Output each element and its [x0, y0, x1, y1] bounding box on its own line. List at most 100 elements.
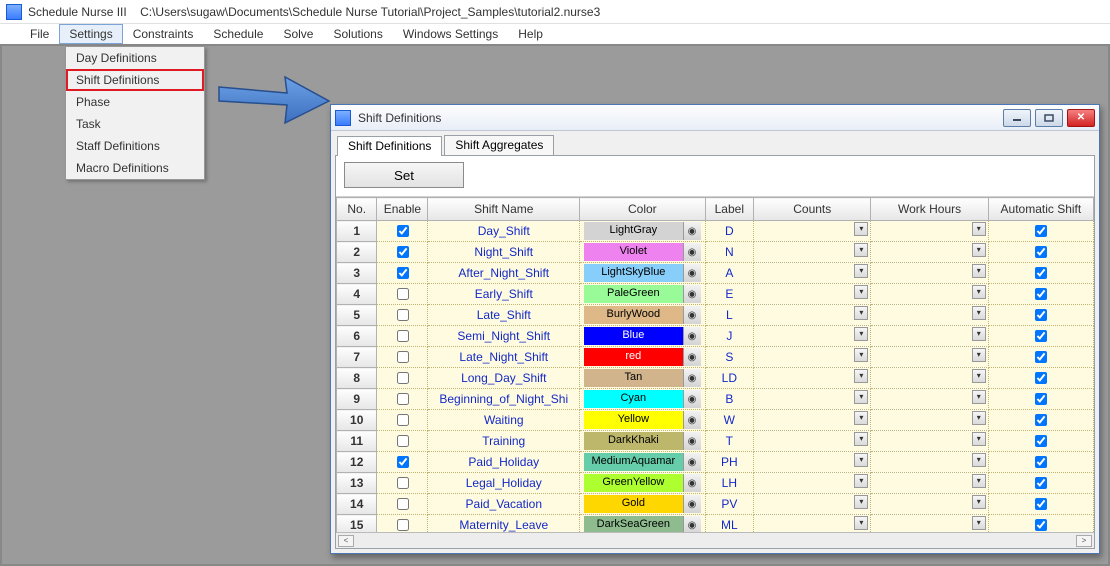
enable-cell[interactable]: [377, 452, 428, 473]
color-picker-button[interactable]: ◉: [683, 474, 701, 492]
row-number[interactable]: 8: [337, 368, 377, 389]
workhours-cell[interactable]: ▾: [871, 326, 988, 347]
scroll-right-button[interactable]: >: [1076, 535, 1092, 547]
label-cell[interactable]: W: [705, 410, 754, 431]
shift-name-cell[interactable]: Late_Night_Shift: [428, 347, 580, 368]
enable-cell[interactable]: [377, 431, 428, 452]
horizontal-scrollbar[interactable]: < >: [336, 532, 1094, 548]
automatic-shift-checkbox[interactable]: [1035, 414, 1047, 426]
color-cell[interactable]: PaleGreen◉: [580, 284, 705, 305]
shift-name-cell[interactable]: Beginning_of_Night_Shi: [428, 389, 580, 410]
grid-scroll-area[interactable]: No.EnableShift NameColorLabelCountsWork …: [336, 197, 1094, 532]
color-picker-button[interactable]: ◉: [683, 453, 701, 471]
row-number[interactable]: 4: [337, 284, 377, 305]
row-number[interactable]: 11: [337, 431, 377, 452]
color-cell[interactable]: BurlyWood◉: [580, 305, 705, 326]
automatic-shift-cell[interactable]: [988, 389, 1093, 410]
row-number[interactable]: 3: [337, 263, 377, 284]
workhours-cell[interactable]: ▾: [871, 494, 988, 515]
color-cell[interactable]: Gold◉: [580, 494, 705, 515]
color-picker-button[interactable]: ◉: [683, 411, 701, 429]
label-cell[interactable]: ML: [705, 515, 754, 533]
dropdown-icon[interactable]: ▾: [972, 285, 986, 299]
label-cell[interactable]: LD: [705, 368, 754, 389]
enable-cell[interactable]: [377, 515, 428, 533]
label-cell[interactable]: B: [705, 389, 754, 410]
dropdown-icon[interactable]: ▾: [972, 369, 986, 383]
dropdown-item-task[interactable]: Task: [66, 113, 204, 135]
label-cell[interactable]: D: [705, 221, 754, 242]
enable-checkbox[interactable]: [397, 414, 409, 426]
enable-cell[interactable]: [377, 263, 428, 284]
menu-schedule[interactable]: Schedule: [203, 24, 273, 44]
column-header[interactable]: Color: [580, 198, 705, 221]
label-cell[interactable]: N: [705, 242, 754, 263]
dropdown-icon[interactable]: ▾: [854, 306, 868, 320]
row-number[interactable]: 2: [337, 242, 377, 263]
color-cell[interactable]: GreenYellow◉: [580, 473, 705, 494]
automatic-shift-cell[interactable]: [988, 347, 1093, 368]
row-number[interactable]: 9: [337, 389, 377, 410]
dropdown-icon[interactable]: ▾: [972, 432, 986, 446]
automatic-shift-cell[interactable]: [988, 284, 1093, 305]
automatic-shift-checkbox[interactable]: [1035, 288, 1047, 300]
color-cell[interactable]: MediumAquamar◉: [580, 452, 705, 473]
dropdown-icon[interactable]: ▾: [854, 432, 868, 446]
color-cell[interactable]: LightGray◉: [580, 221, 705, 242]
color-picker-button[interactable]: ◉: [683, 327, 701, 345]
color-cell[interactable]: Violet◉: [580, 242, 705, 263]
shift-name-cell[interactable]: Paid_Vacation: [428, 494, 580, 515]
counts-cell[interactable]: ▾: [754, 347, 871, 368]
color-picker-button[interactable]: ◉: [683, 306, 701, 324]
enable-checkbox[interactable]: [397, 393, 409, 405]
workhours-cell[interactable]: ▾: [871, 389, 988, 410]
enable-checkbox[interactable]: [397, 456, 409, 468]
color-picker-button[interactable]: ◉: [683, 264, 701, 282]
automatic-shift-cell[interactable]: [988, 368, 1093, 389]
shift-name-cell[interactable]: Semi_Night_Shift: [428, 326, 580, 347]
label-cell[interactable]: A: [705, 263, 754, 284]
label-cell[interactable]: S: [705, 347, 754, 368]
dropdown-icon[interactable]: ▾: [854, 222, 868, 236]
dropdown-icon[interactable]: ▾: [972, 222, 986, 236]
counts-cell[interactable]: ▾: [754, 284, 871, 305]
counts-cell[interactable]: ▾: [754, 389, 871, 410]
dropdown-icon[interactable]: ▾: [854, 285, 868, 299]
shift-name-cell[interactable]: Waiting: [428, 410, 580, 431]
enable-cell[interactable]: [377, 242, 428, 263]
dropdown-icon[interactable]: ▾: [972, 474, 986, 488]
tab-shift-aggregates[interactable]: Shift Aggregates: [444, 135, 554, 155]
dropdown-icon[interactable]: ▾: [972, 264, 986, 278]
color-cell[interactable]: LightSkyBlue◉: [580, 263, 705, 284]
enable-cell[interactable]: [377, 473, 428, 494]
automatic-shift-checkbox[interactable]: [1035, 435, 1047, 447]
workhours-cell[interactable]: ▾: [871, 221, 988, 242]
counts-cell[interactable]: ▾: [754, 368, 871, 389]
label-cell[interactable]: PV: [705, 494, 754, 515]
label-cell[interactable]: E: [705, 284, 754, 305]
color-picker-button[interactable]: ◉: [683, 516, 701, 532]
enable-cell[interactable]: [377, 347, 428, 368]
color-picker-button[interactable]: ◉: [683, 243, 701, 261]
color-picker-button[interactable]: ◉: [683, 222, 701, 240]
row-number[interactable]: 6: [337, 326, 377, 347]
enable-checkbox[interactable]: [397, 267, 409, 279]
dropdown-icon[interactable]: ▾: [854, 495, 868, 509]
label-cell[interactable]: LH: [705, 473, 754, 494]
shift-name-cell[interactable]: Late_Shift: [428, 305, 580, 326]
dropdown-icon[interactable]: ▾: [972, 306, 986, 320]
dropdown-icon[interactable]: ▾: [854, 243, 868, 257]
menu-file[interactable]: File: [20, 24, 59, 44]
settings-dropdown[interactable]: Day DefinitionsShift DefinitionsPhaseTas…: [65, 46, 205, 180]
enable-checkbox[interactable]: [397, 372, 409, 384]
row-number[interactable]: 15: [337, 515, 377, 533]
enable-checkbox[interactable]: [397, 225, 409, 237]
automatic-shift-cell[interactable]: [988, 452, 1093, 473]
row-number[interactable]: 10: [337, 410, 377, 431]
menu-windows-settings[interactable]: Windows Settings: [393, 24, 508, 44]
color-cell[interactable]: Cyan◉: [580, 389, 705, 410]
dropdown-icon[interactable]: ▾: [854, 369, 868, 383]
enable-checkbox[interactable]: [397, 288, 409, 300]
color-cell[interactable]: Blue◉: [580, 326, 705, 347]
automatic-shift-cell[interactable]: [988, 242, 1093, 263]
